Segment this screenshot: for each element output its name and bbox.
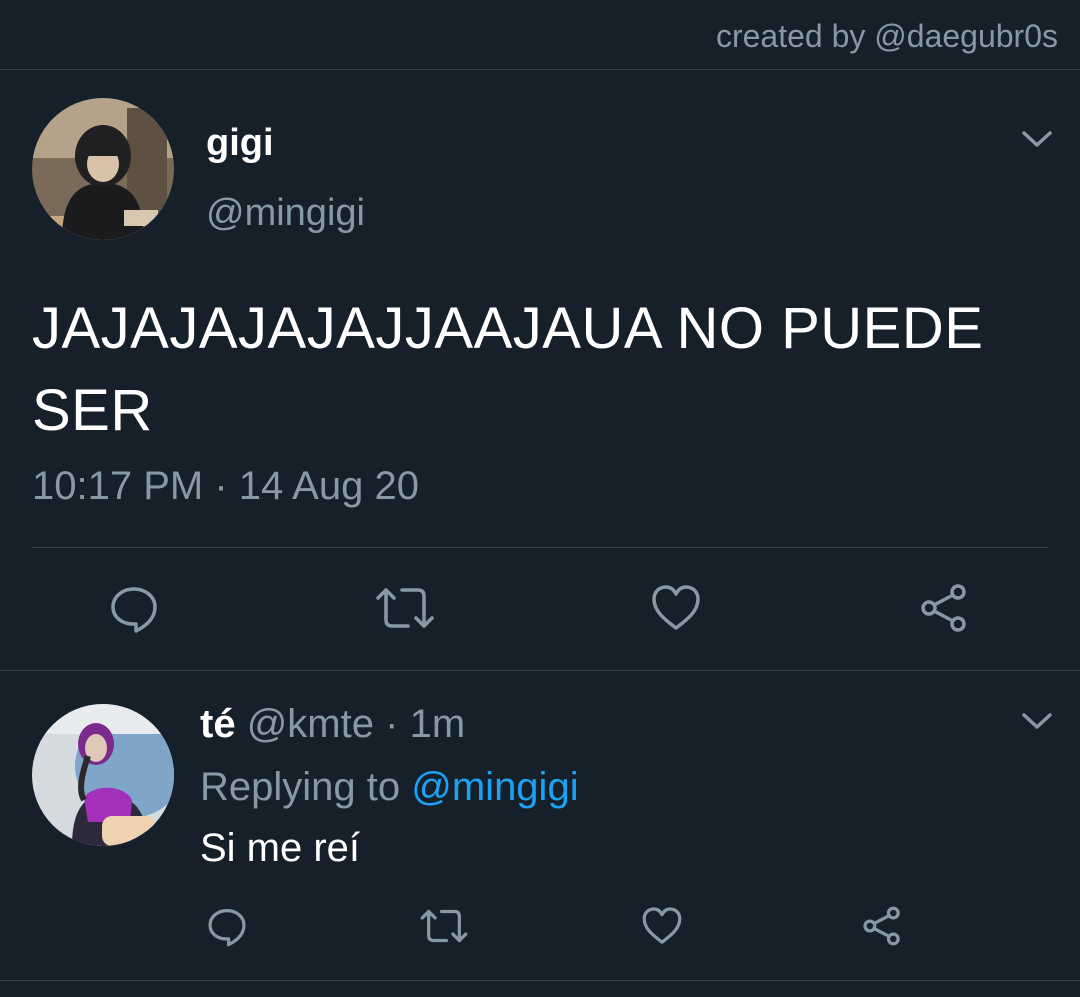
- reply-retweet-button[interactable]: [418, 906, 470, 950]
- avatar[interactable]: [32, 98, 174, 240]
- share-icon: [861, 905, 903, 952]
- reply-icon: [108, 582, 160, 639]
- reply-like-button[interactable]: [640, 906, 684, 950]
- reply-separator: ·: [385, 702, 399, 746]
- reply-handle[interactable]: @kmte: [247, 702, 374, 746]
- tweet-text: JAJAJAJAJAJJAAJAUA NO PUEDE SER: [32, 296, 984, 443]
- bottom-divider: [0, 980, 1080, 981]
- display-name[interactable]: gigi: [206, 122, 274, 165]
- share-icon: [918, 582, 970, 639]
- heart-icon: [650, 582, 702, 639]
- tweet-timestamp[interactable]: 10:17 PM · 14 Aug 20: [32, 464, 419, 509]
- replying-mention-link[interactable]: @mingigi: [411, 765, 578, 809]
- reply-text: Si me reí: [200, 826, 361, 870]
- tweet-divider: [32, 547, 1048, 548]
- replying-to: Replying to @mingigi: [200, 765, 579, 810]
- reply-header: té @kmte · 1m: [200, 702, 465, 747]
- retweet-icon: [374, 582, 436, 639]
- reply-reply-button[interactable]: [205, 906, 249, 950]
- reply-time[interactable]: 1m: [410, 702, 466, 746]
- section-divider: [0, 670, 1080, 671]
- like-button[interactable]: [648, 582, 704, 638]
- reply-share-button[interactable]: [860, 906, 904, 950]
- reply-icon: [206, 905, 248, 952]
- share-button[interactable]: [916, 582, 972, 638]
- retweet-icon: [419, 905, 469, 952]
- chevron-down-icon[interactable]: [1020, 710, 1054, 732]
- heart-icon: [641, 905, 683, 952]
- replying-prefix: Replying to: [200, 765, 401, 809]
- reply-button[interactable]: [106, 582, 162, 638]
- reply-display-name[interactable]: té: [200, 702, 236, 746]
- reply-avatar[interactable]: [32, 704, 174, 846]
- chevron-down-icon[interactable]: [1020, 128, 1054, 150]
- credit-watermark: created by @daegubr0s: [715, 18, 1058, 54]
- user-handle[interactable]: @mingigi: [206, 192, 365, 235]
- retweet-button[interactable]: [374, 582, 436, 638]
- top-divider: [0, 69, 1080, 70]
